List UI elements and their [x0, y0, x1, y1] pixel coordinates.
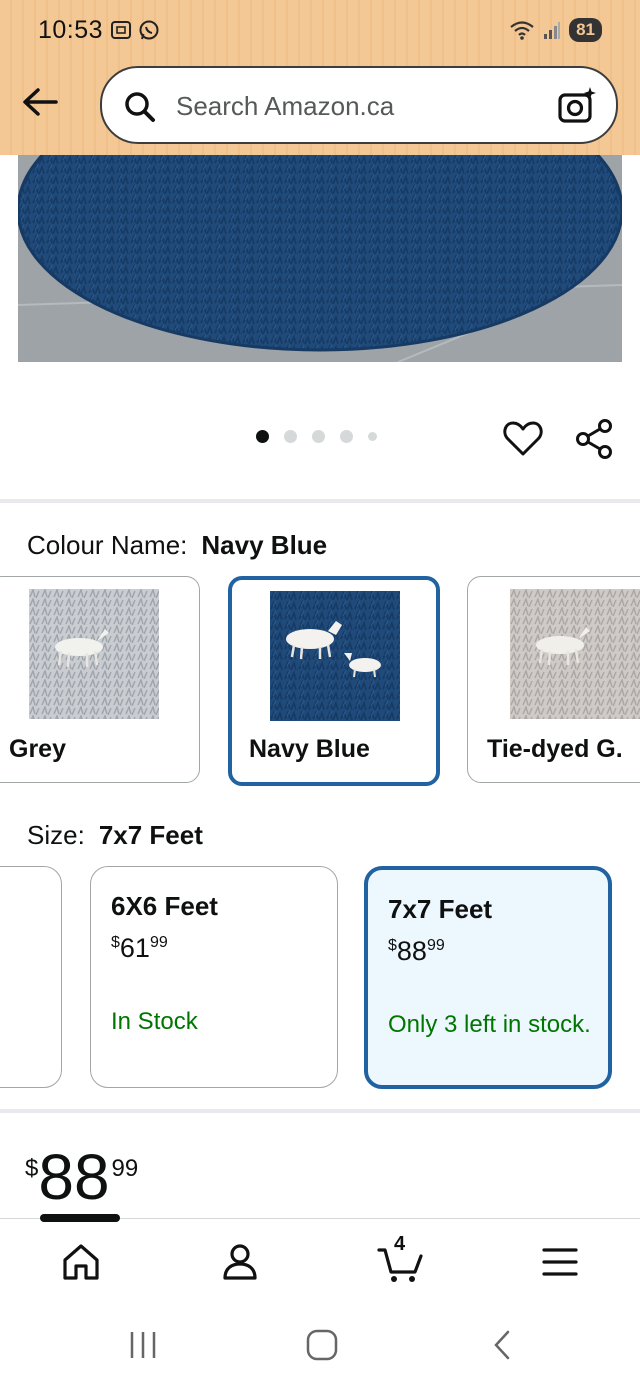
- cart-count-badge: 4: [394, 1233, 406, 1255]
- whatsapp-icon: [139, 20, 159, 40]
- wifi-icon: [510, 21, 534, 40]
- size-option-stock: In Stock: [111, 1008, 198, 1035]
- active-tab-indicator: [40, 1214, 120, 1222]
- carousel-dot[interactable]: [312, 430, 325, 443]
- carousel-dot[interactable]: [368, 432, 377, 441]
- hamburger-menu-icon: [542, 1248, 578, 1276]
- nav-menu[interactable]: [535, 1237, 585, 1287]
- status-notification-icons: [110, 19, 160, 41]
- nav-account[interactable]: [215, 1237, 265, 1287]
- carousel-dot[interactable]: [340, 430, 353, 443]
- home-button-icon[interactable]: [305, 1328, 339, 1367]
- recent-apps-icon[interactable]: [128, 1328, 158, 1367]
- swatch-label-tie-dyed: Tie-dyed G.: [487, 735, 623, 763]
- status-system-icons: 81: [509, 18, 602, 42]
- back-button[interactable]: [18, 80, 62, 124]
- size-value: 7x7 Feet: [98, 820, 203, 850]
- search-bar[interactable]: Search Amazon.ca: [100, 66, 618, 144]
- product-image[interactable]: [18, 155, 622, 362]
- app-header: 10:53 81 Search Amazon.ca: [0, 0, 640, 155]
- swatch-label-grey: Grey: [9, 735, 66, 763]
- bottom-navigation: 4: [0, 1214, 640, 1303]
- person-icon: [223, 1244, 257, 1280]
- status-bar: 10:53 81: [0, 0, 640, 62]
- camera-search-icon[interactable]: [556, 85, 598, 132]
- size-card-7x7[interactable]: 7x7 Feet $8899 Only 3 left in stock.: [364, 866, 612, 1089]
- colour-name-row: Colour Name: Navy Blue: [27, 530, 327, 561]
- back-arrow-icon: [23, 88, 58, 116]
- size-option-title: 6X6 Feet: [111, 891, 218, 921]
- signal-icon: [544, 22, 561, 39]
- size-option-stock: Only 3 left in stock.: [388, 1011, 591, 1038]
- size-option-price: $8899: [388, 936, 445, 966]
- swatch-image-navy-blue: [270, 591, 400, 721]
- nav-home[interactable]: [56, 1237, 106, 1287]
- swatch-label-navy-blue: Navy Blue: [249, 735, 370, 763]
- system-navigation-bar: [0, 1303, 640, 1388]
- system-back-icon[interactable]: [490, 1328, 514, 1367]
- price-whole: 88: [38, 1141, 110, 1213]
- colour-name-label: Colour Name:: [27, 530, 188, 560]
- swatch-image-tie-dyed: [510, 589, 640, 719]
- section-divider: [0, 1109, 640, 1113]
- size-card-6x6[interactable]: 6X6 Feet $6199 In Stock: [90, 866, 338, 1088]
- search-icon: [122, 89, 158, 130]
- wishlist-heart-icon[interactable]: [502, 418, 544, 465]
- size-card-partial[interactable]: [0, 866, 62, 1088]
- swatch-image-grey: [29, 589, 159, 719]
- carousel-controls: [0, 410, 640, 470]
- battery-indicator: 81: [569, 18, 602, 42]
- section-divider: [0, 499, 640, 503]
- search-input[interactable]: Search Amazon.ca: [176, 91, 394, 122]
- size-option-title: 7x7 Feet: [388, 894, 493, 924]
- status-time: 10:53: [38, 16, 104, 44]
- colour-swatch-navy-blue[interactable]: Navy Blue: [228, 576, 440, 786]
- carousel-dots[interactable]: [256, 430, 377, 443]
- carousel-dot[interactable]: [256, 430, 269, 443]
- colour-name-value: Navy Blue: [201, 530, 328, 560]
- price-currency: $: [25, 1155, 39, 1182]
- screenshot-icon: [111, 21, 131, 39]
- carousel-dot[interactable]: [284, 430, 297, 443]
- home-icon: [63, 1244, 99, 1280]
- price-fraction: 99: [111, 1155, 139, 1182]
- size-label: Size:: [27, 820, 85, 850]
- product-price: $ 88 99: [25, 1145, 138, 1209]
- size-option-price: $6199: [111, 933, 168, 963]
- nav-cart[interactable]: 4: [376, 1233, 426, 1287]
- size-row: Size: 7x7 Feet: [27, 820, 203, 851]
- share-icon[interactable]: [574, 418, 616, 465]
- colour-swatch-tie-dyed[interactable]: Tie-dyed G.: [467, 576, 640, 783]
- colour-swatch-grey[interactable]: Grey: [0, 576, 200, 783]
